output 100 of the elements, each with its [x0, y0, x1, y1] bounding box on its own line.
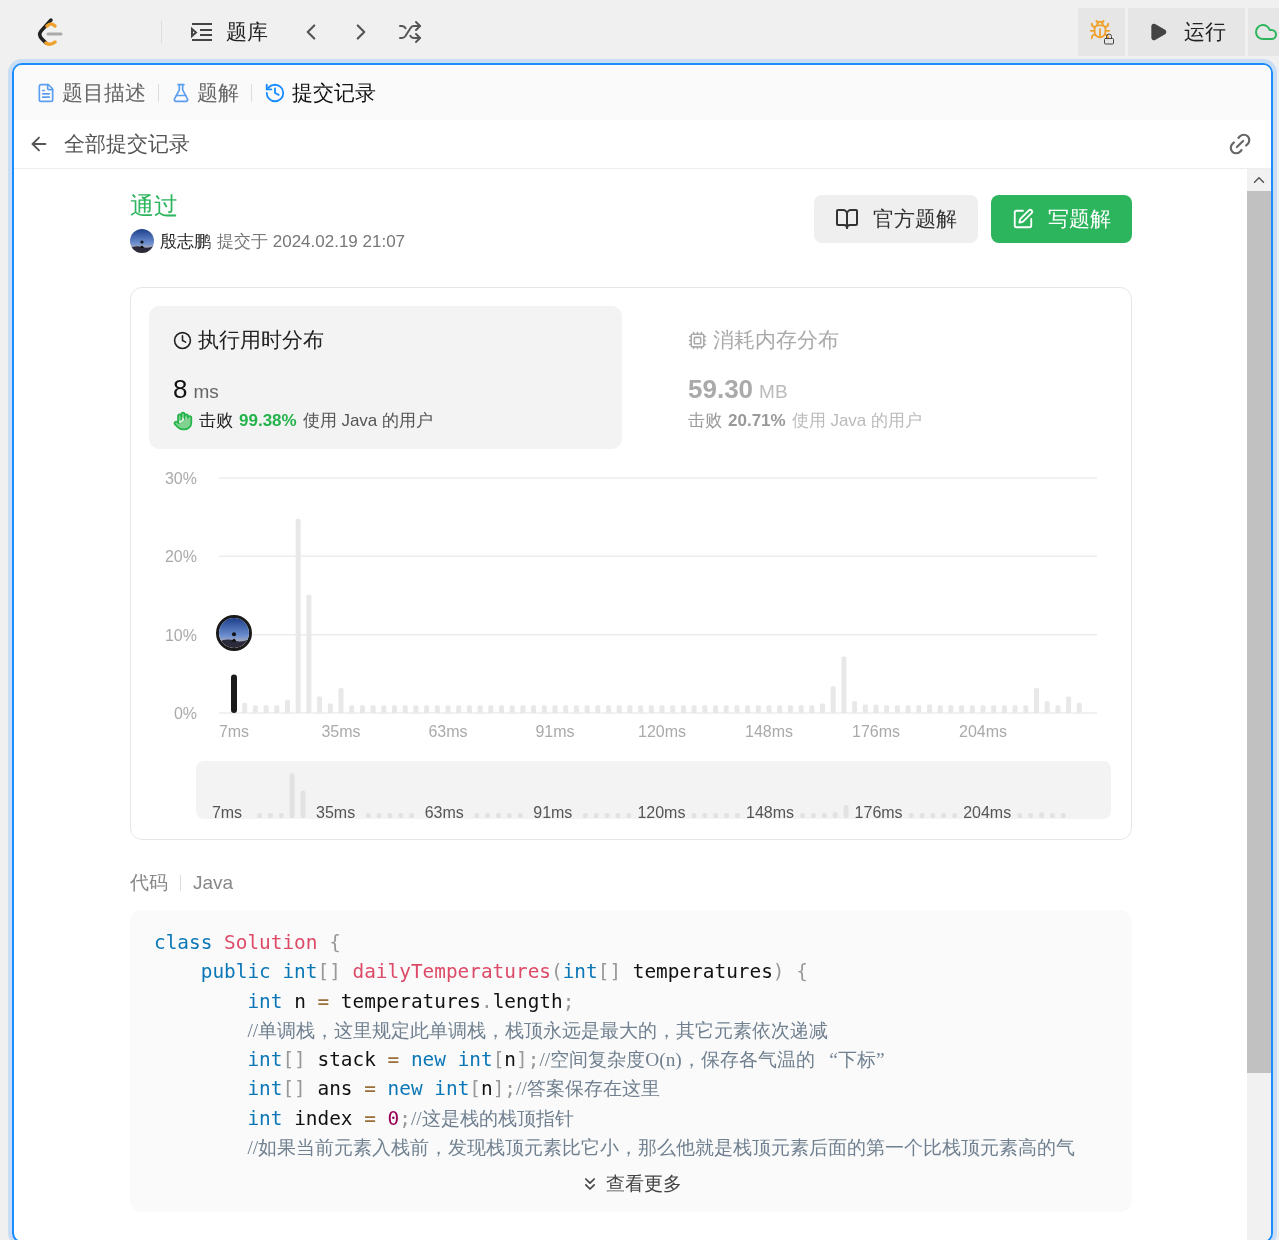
overview-label: 35ms: [316, 804, 356, 821]
overview-bar: [506, 813, 512, 818]
overview-bar: [278, 813, 284, 818]
overview-label: 91ms: [533, 804, 573, 821]
edit-icon: [1012, 208, 1034, 230]
beat-suffix: 使用 Java 的用户: [302, 410, 434, 432]
axis-label: 30%: [164, 470, 197, 487]
overview-bar: [734, 813, 740, 818]
overview-bar: [821, 813, 827, 818]
beat-label: 击败: [199, 410, 233, 432]
overview-bar: [387, 813, 393, 818]
scrollbar[interactable]: [1247, 169, 1271, 1240]
shuffle-button[interactable]: [398, 19, 422, 44]
code-label: 代码: [130, 871, 168, 895]
shuffle-icon: [398, 19, 422, 44]
history-icon: [264, 81, 286, 104]
overview-bar: [604, 813, 610, 818]
stat-unit: ms: [193, 381, 219, 403]
overview-bar: [724, 813, 730, 818]
tab[interactable]: 题目描述: [36, 78, 146, 107]
overview-bar: [365, 813, 371, 818]
axis-label: 204ms: [959, 723, 1007, 740]
overview-bar: [919, 813, 925, 818]
stat-title: 执行用时分布: [198, 327, 324, 353]
overview-bar: [908, 813, 914, 818]
overview-bar: [474, 813, 480, 818]
overview-bar: [952, 813, 958, 818]
overview-bar: [582, 813, 588, 818]
overview-label: 204ms: [963, 804, 1012, 821]
overview-bar: [593, 813, 599, 818]
code-line: int n = temperatures.length;: [246, 988, 576, 1015]
user-name[interactable]: 殷志鹏: [160, 229, 211, 253]
overview-bar: [257, 813, 263, 818]
overview-label: 7ms: [211, 804, 243, 821]
document-icon: [36, 82, 56, 103]
link-button[interactable]: [1227, 131, 1253, 157]
overview-bar: [615, 813, 621, 818]
official-solution-button[interactable]: 官方题解: [814, 195, 978, 243]
overview-bar: [398, 813, 404, 818]
overview-bar: [289, 773, 295, 818]
code-line: class Solution {: [154, 930, 342, 956]
overview-bar: [832, 811, 838, 818]
overview-bar: [485, 813, 491, 818]
overview-bar: [930, 813, 936, 818]
axis-label: 35ms: [321, 723, 361, 740]
overview-bar: [691, 813, 697, 818]
axis-label: 120ms: [638, 723, 686, 740]
flask-icon: [171, 82, 191, 103]
hand-icon: [173, 410, 193, 431]
overview-label: 176ms: [854, 804, 903, 821]
run-button[interactable]: 运行: [1128, 7, 1245, 56]
axis-label: 63ms: [428, 723, 468, 740]
overview-bar: [1028, 813, 1034, 818]
overview-bar: [1017, 813, 1023, 818]
overview-bar: [800, 813, 806, 818]
axis-label: 10%: [164, 626, 197, 644]
tab[interactable]: 题解: [171, 78, 239, 107]
show-more-button[interactable]: 查看更多: [574, 1170, 688, 1199]
code-line: int[] ans = new int[n];//答案保存在这里: [246, 1076, 661, 1103]
overview-label: 120ms: [637, 804, 686, 821]
code-line: int[] stack = new int[n];//空间复杂度O(n)，保存各气温的 “下标”: [246, 1047, 886, 1074]
overview-bar: [843, 805, 849, 818]
stat-panel[interactable]: 执行用时分布 8 ms 击败 99.38% 使用 Java 的用户: [149, 306, 622, 449]
axis-label: 148ms: [745, 723, 793, 740]
stat-title: 消耗内存分布: [713, 327, 839, 353]
overview-bar: [713, 813, 719, 818]
clock-icon: [173, 330, 192, 350]
stat-value: 8: [173, 374, 188, 405]
overview-bar: [496, 813, 501, 818]
overview-bar: [267, 813, 273, 818]
overview-bar: [626, 813, 632, 818]
list-icon: [190, 20, 214, 43]
overview-bar: [409, 813, 415, 818]
overview-bar: [702, 813, 708, 818]
stat-value: 59.30: [688, 374, 754, 405]
beat-label: 击败: [688, 410, 722, 432]
beat-percent: 20.71%: [728, 410, 786, 431]
axis-label: 91ms: [535, 723, 575, 740]
language-label: Java: [193, 872, 234, 894]
overview-bar: [810, 813, 816, 818]
overview-bar: [517, 813, 523, 818]
back-button[interactable]: 全部提交记录: [28, 130, 190, 158]
axis-label: 176ms: [852, 723, 900, 740]
overview-bar: [1049, 813, 1055, 818]
histogram-bar: [231, 674, 237, 713]
overview-bar: [1060, 813, 1066, 818]
stat-unit: MB: [759, 381, 788, 403]
submission-status: 通过: [130, 191, 179, 221]
bug-lock-icon: [1088, 18, 1115, 45]
overview-label: 148ms: [746, 804, 794, 821]
code-line: int index = 0;//这是栈的栈顶指针: [246, 1105, 575, 1132]
overview-label: 63ms: [424, 804, 464, 821]
code-line: //单调栈，这里规定此单调栈，栈顶永远是最大的，其它元素依次递减: [246, 1018, 830, 1043]
beat-suffix: 使用 Java 的用户: [791, 410, 923, 432]
axis-label: 7ms: [218, 723, 250, 740]
overview-bar: [376, 813, 382, 818]
beat-percent: 99.38%: [239, 410, 297, 431]
code-line: //如果当前元素入栈前，发现栈顶元素比它小，那么他就是栈顶元素后面的第一个比栈顶元素高的气: [246, 1136, 1077, 1161]
problem-bank-button[interactable]: 题库: [190, 17, 268, 46]
tab[interactable]: 提交记录: [264, 78, 376, 107]
